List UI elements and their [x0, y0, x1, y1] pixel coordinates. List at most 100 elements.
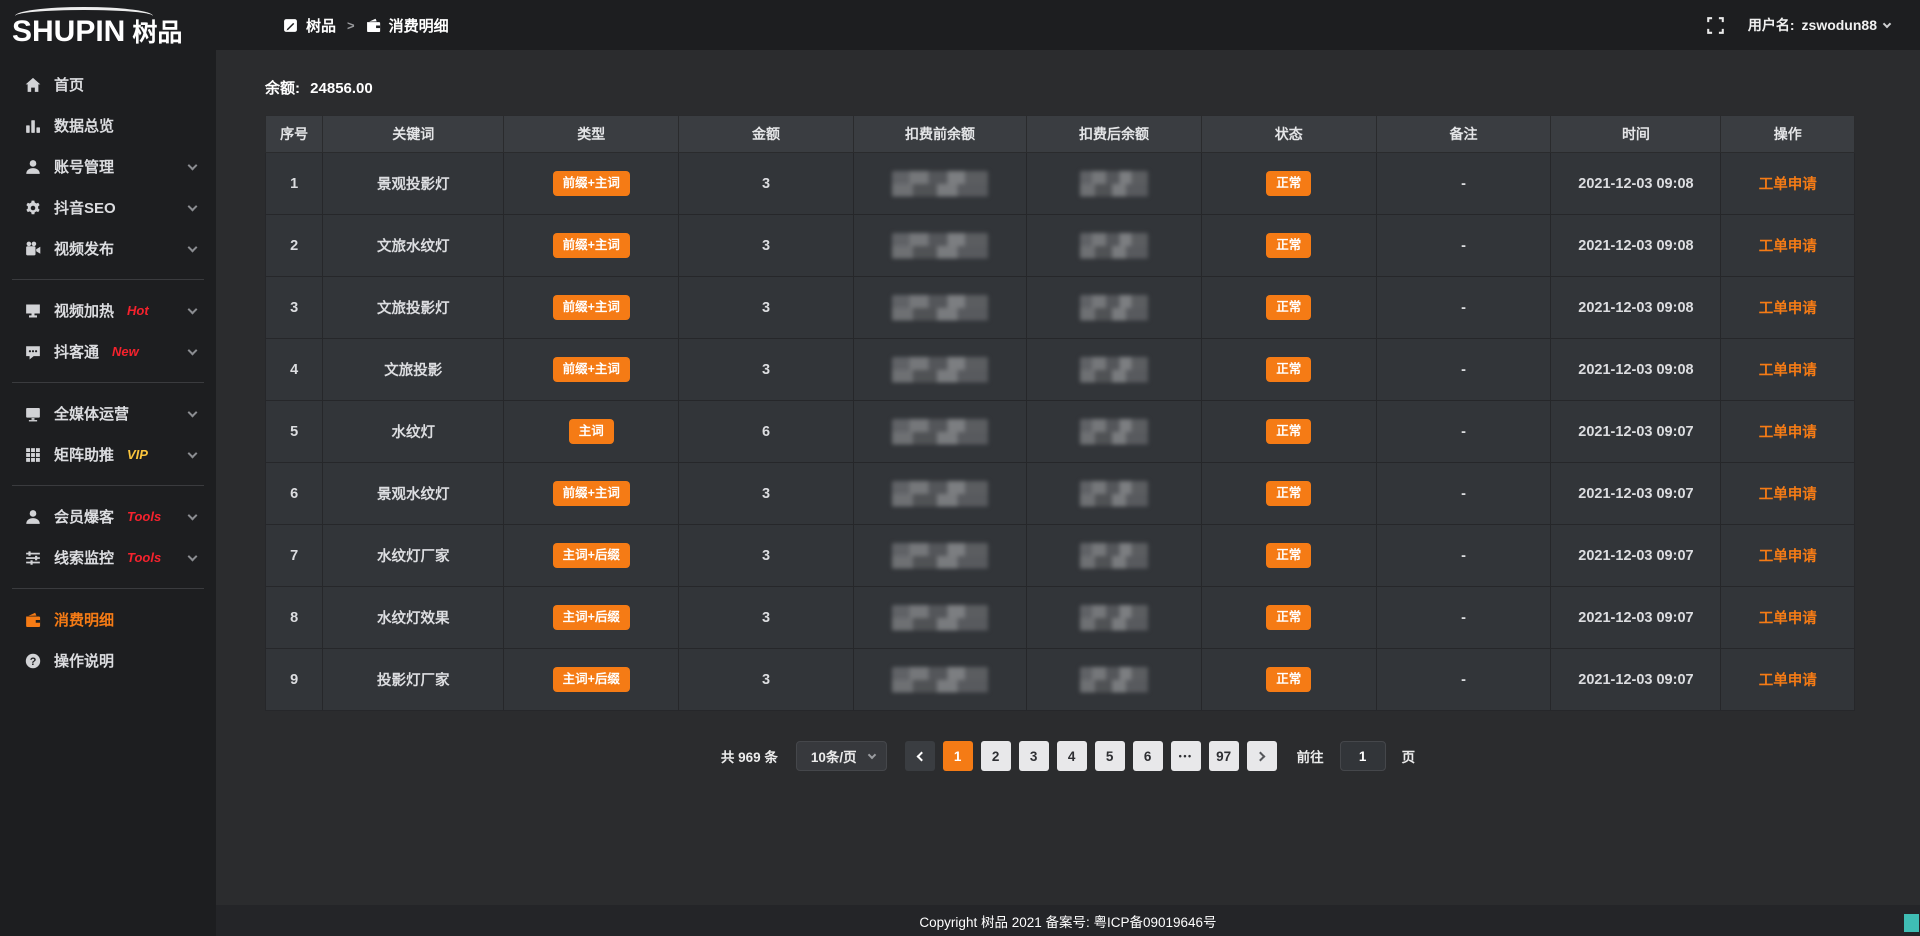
sidebar-item-video-heat[interactable]: 视频加热Hot — [0, 290, 216, 331]
table-row: 5水纹灯主词6正常-2021-12-03 09:07工单申请 — [266, 401, 1855, 463]
page-button-4[interactable]: 4 — [1057, 741, 1087, 771]
home-icon — [25, 77, 41, 93]
sidebar-item-media-operation[interactable]: 全媒体运营 — [0, 393, 216, 434]
username-label: 用户名: — [1748, 15, 1795, 35]
cell-amount: 3 — [679, 587, 854, 649]
balance-value: 24856.00 — [310, 80, 373, 97]
cell-time: 2021-12-03 09:07 — [1551, 463, 1721, 525]
chevron-down-icon — [188, 201, 198, 211]
sidebar-item-data-overview[interactable]: 数据总览 — [0, 105, 216, 146]
sidebar-item-badge: Tools — [127, 509, 161, 524]
cell-balance-after — [1027, 649, 1202, 711]
cell-index: 5 — [266, 401, 323, 463]
column-header: 类型 — [504, 116, 679, 153]
redacted-balance-before — [892, 481, 988, 507]
status-badge: 正常 — [1266, 171, 1311, 196]
main-content: 余额: 24856.00 序号关键词类型金额扣费前余额扣费后余额状态备注时间操作… — [216, 50, 1920, 936]
column-header: 扣费后余额 — [1027, 116, 1202, 153]
cell-time: 2021-12-03 09:07 — [1551, 401, 1721, 463]
ticket-request-link[interactable]: 工单申请 — [1759, 239, 1817, 255]
brand-logo: SHUPIN 树品 — [0, 0, 216, 48]
ticket-request-link[interactable]: 工单申请 — [1759, 363, 1817, 379]
redacted-balance-after — [1080, 357, 1148, 383]
ticket-request-link[interactable]: 工单申请 — [1759, 301, 1817, 317]
chevron-down-icon — [188, 304, 198, 314]
cell-balance-after — [1027, 463, 1202, 525]
ticket-request-link[interactable]: 工单申请 — [1759, 487, 1817, 503]
ticket-request-link[interactable]: 工单申请 — [1759, 425, 1817, 441]
page-button-3[interactable]: 3 — [1019, 741, 1049, 771]
page-size-select[interactable]: 10条/页 — [796, 741, 887, 771]
sidebar-item-badge: Hot — [127, 303, 149, 318]
page-button-1[interactable]: 1 — [943, 741, 973, 771]
fullscreen-icon[interactable] — [1707, 17, 1724, 34]
cell-amount: 3 — [679, 525, 854, 587]
sidebar-item-account-manage[interactable]: 账号管理 — [0, 146, 216, 187]
type-badge: 前缀+主词 — [553, 295, 630, 320]
user-icon — [25, 509, 41, 525]
user-menu[interactable]: 用户名: zswodun88 — [1748, 15, 1890, 35]
page-button-6[interactable]: 6 — [1133, 741, 1163, 771]
sliders-icon — [25, 550, 41, 566]
cell-action: 工单申请 — [1721, 463, 1855, 525]
cell-balance-after — [1027, 339, 1202, 401]
chevron-down-icon — [188, 160, 198, 170]
sidebar-item-home[interactable]: 首页 — [0, 64, 216, 105]
cell-type: 前缀+主词 — [504, 463, 679, 525]
cell-action: 工单申请 — [1721, 401, 1855, 463]
breadcrumb-current: 消费明细 — [389, 15, 449, 36]
table-row: 3文旅投影灯前缀+主词3正常-2021-12-03 09:08工单申请 — [266, 277, 1855, 339]
cell-keyword: 投影灯厂家 — [323, 649, 504, 711]
more-pages-button[interactable]: ••• — [1171, 741, 1201, 771]
cell-index: 8 — [266, 587, 323, 649]
page-button-97[interactable]: 97 — [1209, 741, 1239, 771]
user-icon — [25, 159, 41, 175]
wallet-icon — [366, 18, 381, 33]
grid-icon — [25, 447, 41, 463]
status-badge: 正常 — [1266, 481, 1311, 506]
cell-remark: - — [1376, 401, 1551, 463]
sidebar-item-matrix-boost[interactable]: 矩阵助推VIP — [0, 434, 216, 475]
ticket-request-link[interactable]: 工单申请 — [1759, 611, 1817, 627]
page-button-2[interactable]: 2 — [981, 741, 1011, 771]
ticket-request-link[interactable]: 工单申请 — [1759, 177, 1817, 193]
total-count: 共 969 条 — [721, 746, 778, 766]
goto-label: 前往 — [1297, 746, 1324, 766]
cell-index: 1 — [266, 153, 323, 215]
cell-type: 前缀+主词 — [504, 153, 679, 215]
goto-page-input[interactable] — [1340, 741, 1386, 771]
redacted-balance-before — [892, 419, 988, 445]
sidebar-item-label: 操作说明 — [54, 650, 114, 671]
sidebar-item-member-leads[interactable]: 会员爆客Tools — [0, 496, 216, 537]
ticket-request-link[interactable]: 工单申请 — [1759, 549, 1817, 565]
redacted-balance-after — [1080, 605, 1148, 631]
prev-page-button[interactable] — [905, 741, 935, 771]
sidebar-item-label: 抖音SEO — [54, 197, 116, 218]
cell-amount: 3 — [679, 153, 854, 215]
page-button-5[interactable]: 5 — [1095, 741, 1125, 771]
column-header: 扣费前余额 — [853, 116, 1026, 153]
cell-index: 6 — [266, 463, 323, 525]
consumption-table-wrap: 序号关键词类型金额扣费前余额扣费后余额状态备注时间操作 1景观投影灯前缀+主词3… — [265, 115, 1855, 711]
sidebar-item-video-publish[interactable]: 视频发布 — [0, 228, 216, 269]
ticket-request-link[interactable]: 工单申请 — [1759, 673, 1817, 689]
type-badge: 主词+后缀 — [553, 543, 630, 568]
sidebar-item-douyin-seo[interactable]: 抖音SEO — [0, 187, 216, 228]
cell-status: 正常 — [1201, 525, 1376, 587]
sidebar-item-consumption-detail[interactable]: 消费明细 — [0, 599, 216, 640]
cell-status: 正常 — [1201, 649, 1376, 711]
copyright-text: Copyright 树品 2021 备案号: 粤ICP备09019646号 — [919, 911, 1216, 931]
username-value: zswodun88 — [1802, 17, 1877, 33]
sidebar-item-clue-monitor[interactable]: 线索监控Tools — [0, 537, 216, 578]
breadcrumb-root[interactable]: 树品 — [306, 15, 336, 36]
next-page-button[interactable] — [1247, 741, 1277, 771]
sidebar-item-instructions[interactable]: ?操作说明 — [0, 640, 216, 681]
sidebar-item-label: 全媒体运营 — [54, 403, 129, 424]
cell-time: 2021-12-03 09:08 — [1551, 339, 1721, 401]
type-badge: 主词+后缀 — [553, 605, 630, 630]
sidebar-divider — [12, 485, 204, 486]
status-badge: 正常 — [1266, 233, 1311, 258]
sidebar-item-label: 数据总览 — [54, 115, 114, 136]
pagination: 共 969 条 10条/页 123456•••97 前往 页 — [216, 741, 1920, 771]
sidebar-item-douketong[interactable]: 抖客通New — [0, 331, 216, 372]
